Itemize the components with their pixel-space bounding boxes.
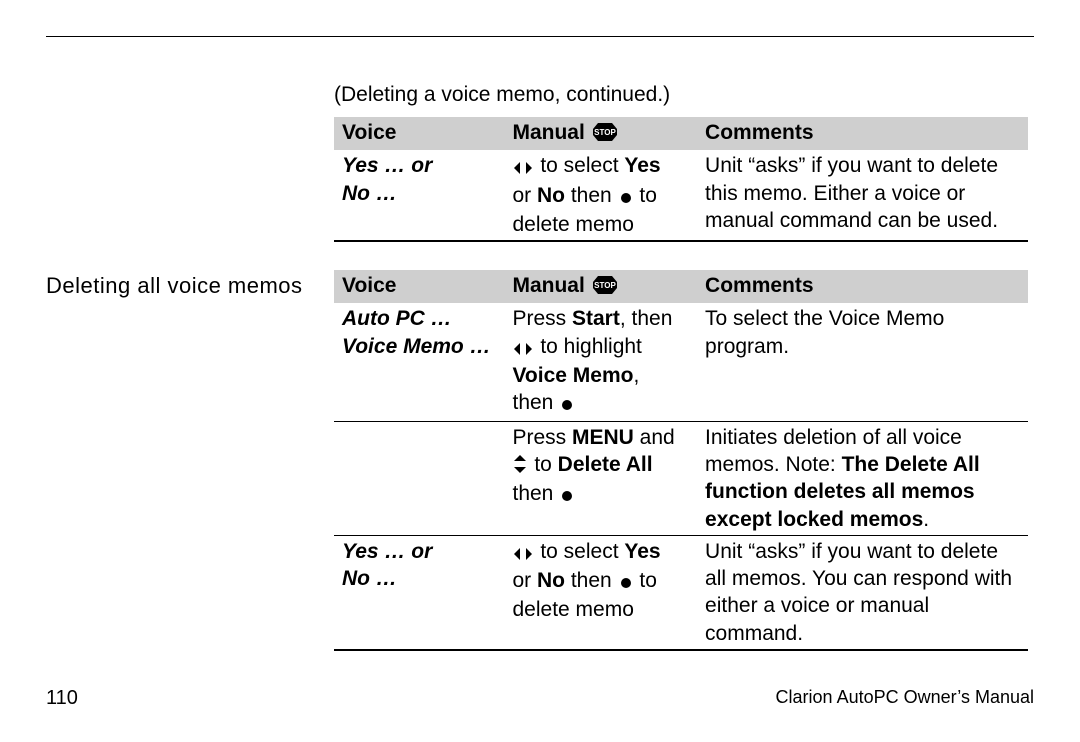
comments-cell: Initiates deletion of all voice memos. N… (697, 421, 1028, 535)
voice-cell (334, 421, 504, 535)
page-number: 110 (46, 687, 78, 710)
stop-icon (593, 121, 617, 148)
col-voice-header: Voice (334, 270, 504, 303)
top-rule (46, 36, 1034, 37)
comments-cell: Unit “asks” if you want to delete all me… (697, 535, 1028, 650)
section-delete-all: Deleting all voice memos Voice Manual Co… (46, 270, 1034, 651)
manual-header-text: Manual (512, 121, 584, 144)
table-delete-all: Voice Manual Comments Auto PC … Voice Me… (334, 270, 1028, 651)
col-comments-header: Comments (697, 117, 1028, 150)
enter-icon (620, 569, 632, 596)
table-header-row: Voice Manual Comments (334, 270, 1028, 303)
sidehead-empty (46, 117, 334, 119)
enter-icon (561, 482, 573, 509)
left-right-icon (514, 154, 532, 181)
page-footer: 110 Clarion AutoPC Owner’s Manual (46, 687, 1034, 710)
manual-title: Clarion AutoPC Owner’s Manual (776, 687, 1034, 710)
left-right-icon (514, 335, 532, 362)
table-row: Yes … or No … to select Yes or No then t… (334, 535, 1028, 650)
stop-icon (593, 274, 617, 301)
table-row: Press MENU and to Delete All then Initia… (334, 421, 1028, 535)
comments-cell: Unit “asks” if you want to delete this m… (697, 150, 1028, 241)
table-header-row: Voice Manual Comments (334, 117, 1028, 150)
enter-icon (561, 391, 573, 418)
col-comments-header: Comments (697, 270, 1028, 303)
voice-cell: Yes … or No … (334, 150, 504, 241)
col-manual-header: Manual (504, 117, 697, 150)
manual-cell: to select Yes or No then to delete memo (504, 535, 697, 650)
manual-header-text: Manual (512, 274, 584, 297)
manual-cell: Press Start, then to highlight Voice Mem… (504, 303, 697, 421)
sidehead-delete-all: Deleting all voice memos (46, 270, 334, 300)
col-manual-header: Manual (504, 270, 697, 303)
up-down-icon (514, 453, 526, 480)
left-right-icon (514, 540, 532, 567)
section-delete-single: Voice Manual Comments Yes … or No … (46, 117, 1034, 242)
continued-caption: (Deleting a voice memo, continued.) (334, 83, 1034, 107)
manual-cell: to select Yes or No then to delete memo (504, 150, 697, 241)
comments-cell: To select the Voice Memo program. (697, 303, 1028, 421)
manual-cell: Press MENU and to Delete All then (504, 421, 697, 535)
document-page: (Deleting a voice memo, continued.) Voic… (0, 0, 1080, 742)
col-voice-header: Voice (334, 117, 504, 150)
table-delete-single: Voice Manual Comments Yes … or No … (334, 117, 1028, 242)
voice-cell: Auto PC … Voice Memo … (334, 303, 504, 421)
table-row: Yes … or No … to select Yes or No then t… (334, 150, 1028, 241)
table-row: Auto PC … Voice Memo … Press Start, then… (334, 303, 1028, 421)
enter-icon (620, 184, 632, 211)
voice-cell: Yes … or No … (334, 535, 504, 650)
